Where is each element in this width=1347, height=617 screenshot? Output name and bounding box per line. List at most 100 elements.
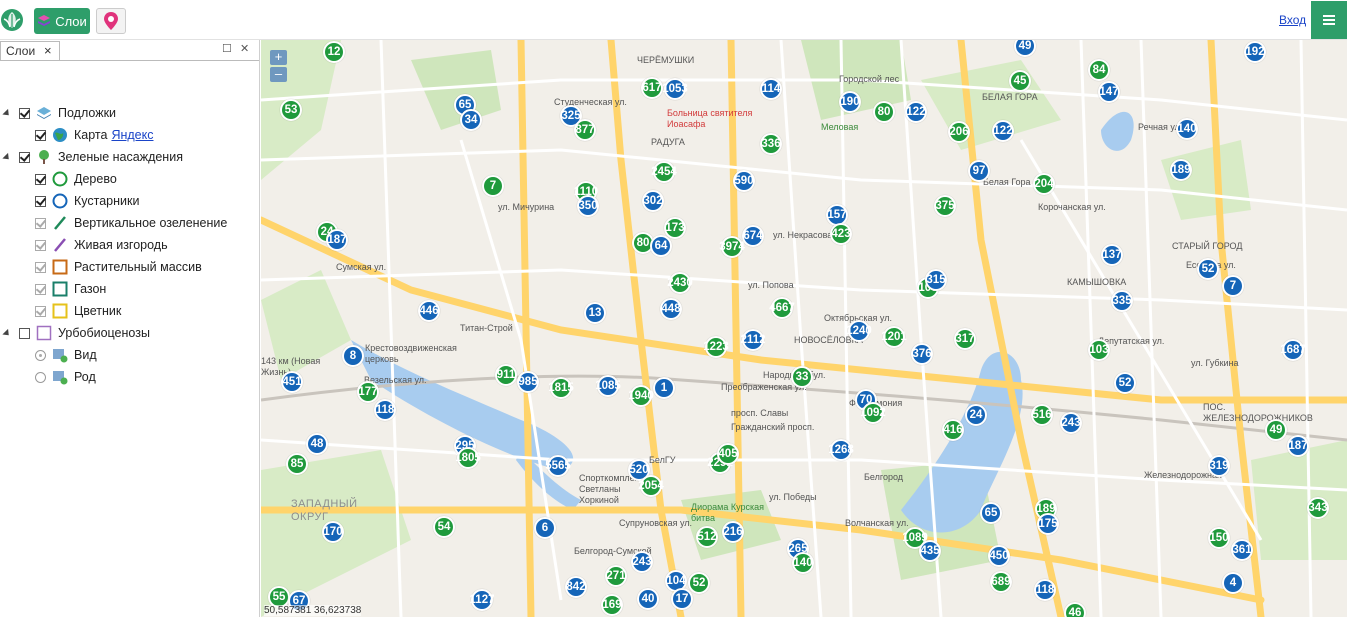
cluster-marker[interactable]: 169	[601, 594, 623, 616]
tab-layers[interactable]: Слои ×	[0, 41, 60, 60]
cluster-marker[interactable]: 1085	[595, 375, 621, 397]
cluster-marker[interactable]: 118	[1034, 579, 1056, 601]
cluster-marker[interactable]: 147	[1098, 81, 1120, 103]
cluster-marker[interactable]: 6	[534, 517, 556, 539]
cluster-marker[interactable]: 1223	[703, 336, 729, 358]
cluster-marker[interactable]: 416	[942, 419, 964, 441]
tree-item-shrubs[interactable]: Кустарники	[35, 190, 139, 212]
zoom-out-button[interactable]: –	[270, 67, 287, 82]
cluster-marker[interactable]: 140	[1176, 118, 1198, 140]
cluster-marker[interactable]: 2054	[638, 475, 664, 497]
cluster-marker[interactable]: 52	[1114, 372, 1136, 394]
cluster-marker[interactable]: 140	[792, 552, 814, 574]
cluster-marker[interactable]: 189	[1170, 159, 1192, 181]
cluster-marker[interactable]: 361	[1231, 539, 1253, 561]
app-logo-icon[interactable]	[0, 8, 24, 32]
cluster-marker[interactable]: 190	[839, 91, 861, 113]
collapse-arrow-icon[interactable]	[2, 108, 12, 119]
cluster-marker[interactable]: 170	[322, 521, 344, 543]
cluster-marker[interactable]: 187	[326, 229, 348, 251]
checkbox[interactable]	[19, 327, 30, 339]
checkbox[interactable]	[35, 195, 46, 207]
collapse-arrow-icon[interactable]	[2, 328, 12, 339]
cluster-marker[interactable]: 40	[637, 588, 659, 610]
cluster-marker[interactable]: 450	[988, 545, 1010, 567]
cluster-marker[interactable]: 1	[653, 377, 675, 399]
cluster-marker[interactable]: 911	[495, 364, 517, 386]
checkbox[interactable]	[35, 173, 46, 185]
cluster-marker[interactable]: 3974	[719, 236, 745, 258]
cluster-marker[interactable]: 12	[323, 41, 345, 63]
cluster-marker[interactable]: 2430	[667, 272, 693, 294]
cluster-marker[interactable]: 590	[733, 170, 755, 192]
tree-item-yandex-map[interactable]: Карта Яндекс	[35, 124, 154, 146]
tree-item-species[interactable]: Вид	[35, 344, 97, 366]
cluster-marker[interactable]: 114	[760, 78, 782, 100]
tree-item-basemaps[interactable]: Подложки	[19, 102, 116, 124]
cluster-marker[interactable]: 877	[574, 119, 596, 141]
cluster-marker[interactable]: 243	[1060, 412, 1082, 434]
cluster-marker[interactable]: 48	[306, 433, 328, 455]
map-view[interactable]: ЧЕРЁМУШКИ Городской лес Меловая Больница…	[261, 40, 1347, 617]
cluster-marker[interactable]: 335	[1111, 290, 1133, 312]
cluster-marker[interactable]: 674	[742, 225, 764, 247]
tree-item-lawn[interactable]: Газон	[35, 278, 106, 300]
cluster-marker[interactable]: 617	[641, 77, 663, 99]
radio-button[interactable]	[35, 349, 46, 361]
cluster-marker[interactable]: 80	[873, 101, 895, 123]
cluster-marker[interactable]: 271	[605, 565, 627, 587]
tree-item-flowerbed[interactable]: Цветник	[35, 300, 121, 322]
login-link[interactable]: Вход	[1279, 13, 1306, 27]
cluster-marker[interactable]: 4667	[769, 297, 795, 319]
cluster-marker[interactable]: 187	[1287, 435, 1309, 457]
cluster-marker[interactable]: 1240	[846, 320, 872, 342]
collapse-arrow-icon[interactable]	[2, 152, 12, 163]
tree-item-vertical-greening[interactable]: Вертикальное озеленение	[35, 212, 227, 234]
cluster-marker[interactable]: 64	[650, 235, 672, 257]
hamburger-menu-button[interactable]	[1311, 1, 1347, 39]
checkbox[interactable]	[35, 283, 46, 295]
cluster-marker[interactable]: 1815	[548, 377, 574, 399]
cluster-marker[interactable]: 405	[717, 443, 739, 465]
cluster-marker[interactable]: 7	[1222, 275, 1244, 297]
cluster-marker[interactable]: 216	[722, 521, 744, 543]
cluster-marker[interactable]: 8	[342, 345, 364, 367]
yandex-link[interactable]: Яндекс	[111, 128, 153, 142]
cluster-marker[interactable]: 173	[664, 217, 686, 239]
radio-button[interactable]	[35, 371, 46, 383]
tree-item-plant-massif[interactable]: Растительный массив	[35, 256, 202, 278]
cluster-marker[interactable]: 2112	[741, 329, 765, 351]
cluster-marker[interactable]: 516	[1031, 404, 1053, 426]
checkbox[interactable]	[19, 107, 30, 119]
cluster-marker[interactable]: 446	[418, 300, 440, 322]
checkbox[interactable]	[35, 217, 46, 229]
checkbox[interactable]	[35, 129, 46, 141]
cluster-marker[interactable]: 2454	[651, 161, 677, 183]
cluster-marker[interactable]: 243	[631, 551, 653, 573]
close-panel-icon[interactable]: ✕	[240, 42, 249, 55]
cluster-marker[interactable]: 54	[433, 516, 455, 538]
cluster-marker[interactable]: 336	[760, 133, 782, 155]
cluster-marker[interactable]: 118	[374, 399, 396, 421]
close-icon[interactable]: ×	[44, 43, 52, 58]
cluster-marker[interactable]: 175	[1037, 513, 1059, 535]
tree-item-urbobiocenoses[interactable]: Урбобиоценозы	[19, 322, 150, 344]
cluster-marker[interactable]: 1201	[881, 326, 907, 348]
cluster-marker[interactable]: 1268	[828, 439, 854, 461]
cluster-marker[interactable]: 1092	[860, 402, 886, 424]
cluster-marker[interactable]: 34	[460, 109, 482, 131]
checkbox[interactable]	[35, 305, 46, 317]
cluster-marker[interactable]: 13	[584, 302, 606, 324]
cluster-marker[interactable]: 1053	[662, 78, 688, 100]
tree-item-green-plantings[interactable]: Зеленые насаждения	[19, 146, 183, 168]
cluster-marker[interactable]: 150	[1208, 527, 1230, 549]
checkbox[interactable]	[35, 239, 46, 251]
location-pin-button[interactable]	[96, 8, 126, 34]
cluster-marker[interactable]: 375	[934, 195, 956, 217]
cluster-marker[interactable]: 317	[954, 328, 976, 350]
cluster-marker[interactable]: 376	[911, 343, 933, 365]
cluster-marker[interactable]: 7	[482, 175, 504, 197]
cluster-marker[interactable]: 24	[965, 404, 987, 426]
cluster-marker[interactable]: 122	[992, 120, 1014, 142]
checkbox[interactable]	[35, 261, 46, 273]
